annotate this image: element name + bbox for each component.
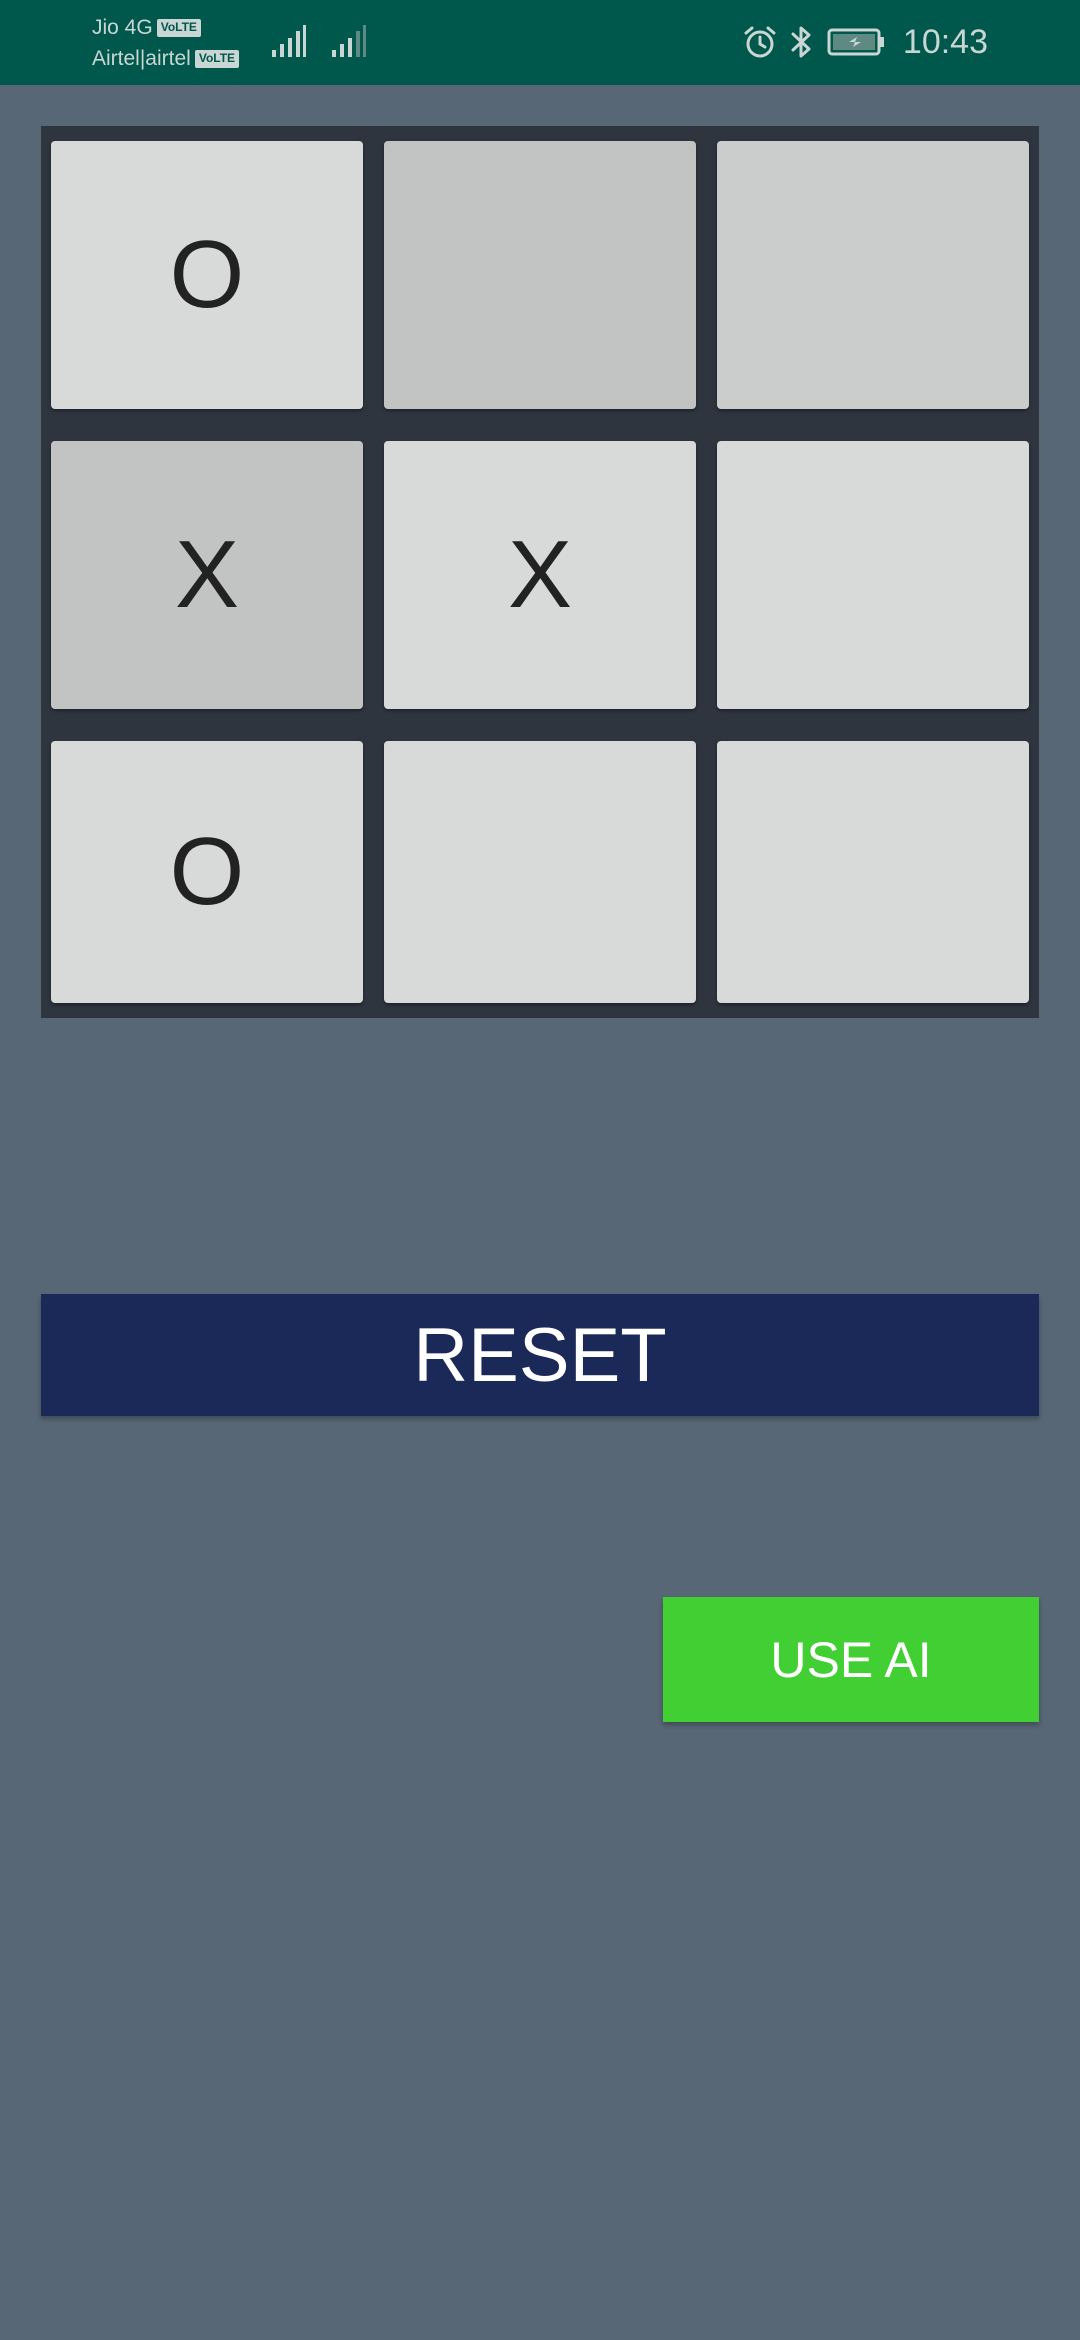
use-ai-button[interactable]: USE AI: [663, 1597, 1039, 1722]
cell-0-1[interactable]: [384, 141, 696, 409]
status-right-group: 10:43: [743, 14, 988, 70]
cell-2-2[interactable]: [717, 741, 1029, 1003]
cell-2-1[interactable]: [384, 741, 696, 1003]
signal-icon: [332, 25, 366, 57]
cell-1-1[interactable]: X: [384, 441, 696, 709]
carrier-info: Jio 4G VoLTE Airtel|airtel VoLTE: [92, 12, 240, 74]
signal-icon: [272, 25, 306, 57]
status-bar: Jio 4G VoLTE Airtel|airtel VoLTE 10:43: [0, 0, 1080, 85]
clock: 10:43: [902, 22, 988, 61]
cell-2-0[interactable]: O: [51, 741, 363, 1003]
cell-1-0[interactable]: X: [51, 441, 363, 709]
volte-badge: VoLTE: [156, 18, 201, 37]
alarm-icon: [744, 26, 776, 58]
reset-button[interactable]: RESET: [41, 1294, 1039, 1416]
carrier-2: Airtel|airtel VoLTE: [92, 43, 240, 74]
carrier-1-name: Jio 4G: [92, 16, 153, 39]
cell-1-2[interactable]: [717, 441, 1029, 709]
carrier-2-name: Airtel|airtel: [92, 47, 191, 70]
cell-0-2[interactable]: [717, 141, 1029, 409]
carrier-1: Jio 4G VoLTE: [92, 12, 239, 43]
bluetooth-icon: [791, 26, 811, 58]
battery-charging-icon: [827, 28, 884, 56]
game-board: O X X O: [41, 126, 1039, 1018]
volte-badge: VoLTE: [194, 49, 240, 68]
cell-0-0[interactable]: O: [51, 141, 363, 409]
